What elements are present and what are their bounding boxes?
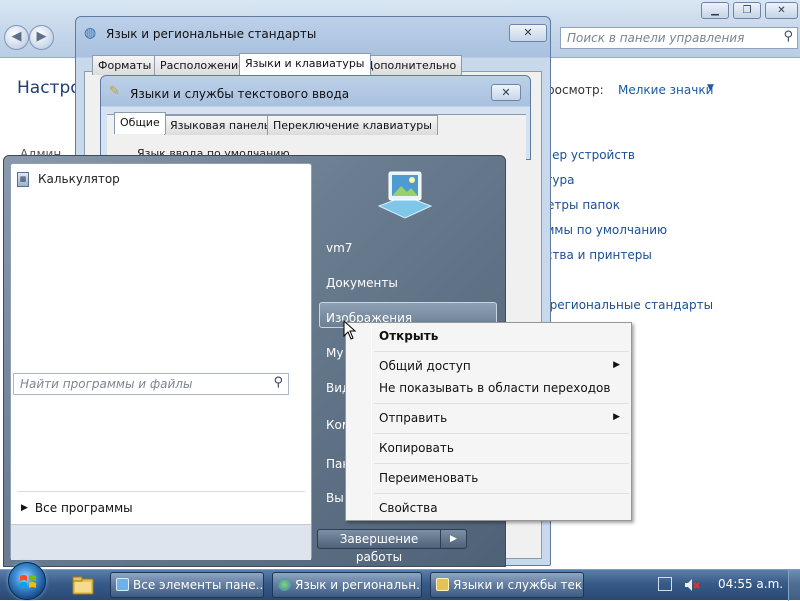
program-label: Калькулятор [38, 172, 120, 186]
start-menu-programs-pane: ▦ Калькулятор ▶ Все программы [10, 163, 312, 560]
mouse-cursor-icon [343, 320, 357, 340]
start-item-run[interactable]: Вы [326, 491, 344, 505]
cp-link-default-programs[interactable]: аммы по умолчанию [538, 223, 667, 237]
back-button[interactable]: ◀ [4, 25, 29, 50]
tab-language-bar[interactable]: Языковая панель [164, 115, 277, 135]
forward-button[interactable]: ▶ [29, 25, 54, 50]
tab-keyboards-languages[interactable]: Языки и клавиатуры [239, 53, 371, 75]
triangle-right-icon: ▶ [21, 503, 28, 513]
maximize-button[interactable]: ❐ [733, 2, 761, 19]
show-desktop-button[interactable] [788, 570, 800, 601]
tab-keyboard-switch[interactable]: Переключение клавиатуры [267, 115, 438, 135]
menu-item-copy[interactable]: Копировать [379, 441, 454, 455]
start-search-input[interactable]: Найти программы и файлы ⚲ [13, 373, 289, 395]
taskbar-button-label: Языки и службы тек... [453, 578, 584, 592]
control-panel-search-input[interactable]: Поиск в панели управления ⚲ [560, 27, 798, 49]
submenu-arrow-icon: ▶ [613, 360, 620, 370]
close-button[interactable]: ✕ [509, 24, 547, 42]
tab-advanced[interactable]: Дополнительно [359, 55, 463, 75]
menu-item-send-to[interactable]: Отправить [379, 411, 447, 425]
all-programs-label: Все программы [34, 501, 133, 515]
globe-icon [278, 578, 291, 591]
search-icon[interactable]: ⚲ [273, 375, 283, 390]
search-placeholder: Поиск в панели управления [567, 31, 745, 45]
windows-logo-icon [20, 575, 36, 588]
taskbar-button-label: Все элементы пане... [133, 578, 264, 592]
minimize-button[interactable]: ▁ [701, 2, 729, 19]
keyboard-icon: ✎ [109, 84, 120, 99]
dialog-title: Язык и региональные стандарты [106, 27, 317, 41]
cp-link-device-manager[interactable]: тчер устройств [538, 148, 635, 162]
submenu-arrow-icon: ▶ [613, 412, 620, 422]
calculator-icon: ▦ [17, 171, 29, 187]
search-icon[interactable]: ⚲ [783, 29, 793, 44]
taskbar-button-text-services[interactable]: Языки и службы тек... [430, 572, 584, 598]
taskbar: Все элементы пане... Язык и региональн..… [0, 562, 800, 601]
taskbar-button-label: Язык и региональн... [295, 578, 422, 592]
speaker-muted-icon[interactable] [683, 576, 701, 594]
menu-separator [374, 351, 629, 352]
menu-item-rename[interactable]: Переименовать [379, 471, 478, 485]
menu-item-open[interactable]: Открыть [379, 329, 438, 343]
network-icon[interactable] [658, 577, 672, 591]
start-item-music[interactable]: Му [326, 346, 343, 360]
context-menu: Открыть Общий доступ ▶ Не показывать в о… [345, 322, 632, 521]
globe-icon: ◍ [84, 25, 97, 41]
program-item-calculator[interactable]: ▦ Калькулятор [17, 169, 120, 189]
menu-separator [374, 433, 629, 434]
user-name[interactable]: vm7 [326, 241, 352, 255]
search-placeholder: Найти программы и файлы [20, 377, 193, 391]
folder-icon[interactable] [66, 573, 100, 599]
start-item-documents[interactable]: Документы [326, 276, 398, 290]
all-programs-button[interactable]: ▶ Все программы [21, 501, 133, 515]
shutdown-button[interactable]: Завершение работы [317, 529, 441, 564]
tab-location[interactable]: Расположение [154, 55, 251, 75]
chevron-down-icon[interactable]: ▼ [707, 83, 714, 93]
start-button[interactable] [8, 562, 46, 600]
tab-general[interactable]: Общие [114, 112, 166, 134]
menu-separator [374, 403, 629, 404]
view-mode-dropdown[interactable]: Мелкие значки [618, 83, 713, 97]
cp-link-region[interactable]: и региональные стандарты [538, 298, 713, 312]
taskbar-button-region[interactable]: Язык и региональн... [272, 572, 422, 598]
menu-separator [374, 463, 629, 464]
menu-item-hide-from-navigation[interactable]: Не показывать в области переходов [379, 381, 610, 395]
menu-gutter [371, 325, 372, 519]
close-button[interactable]: ✕ [765, 2, 798, 19]
control-panel-icon [116, 578, 129, 591]
user-picture[interactable] [375, 168, 435, 220]
close-button[interactable]: ✕ [491, 84, 521, 101]
dialog-title: Языки и службы текстового ввода [130, 87, 350, 101]
search-area [11, 524, 311, 560]
menu-separator [374, 493, 629, 494]
menu-item-properties[interactable]: Свойства [379, 501, 438, 515]
taskbar-button-control-panel[interactable]: Все элементы пане... [110, 572, 264, 598]
menu-item-share[interactable]: Общий доступ [379, 359, 471, 373]
clock[interactable]: 04:55 a.m. [718, 577, 783, 591]
cp-link-devices-printers[interactable]: йства и принтеры [538, 248, 652, 262]
tab-formats[interactable]: Форматы [92, 55, 158, 75]
shutdown-options-button[interactable]: ▶ [440, 529, 467, 549]
divider [17, 491, 305, 492]
keyboard-icon [436, 578, 449, 591]
